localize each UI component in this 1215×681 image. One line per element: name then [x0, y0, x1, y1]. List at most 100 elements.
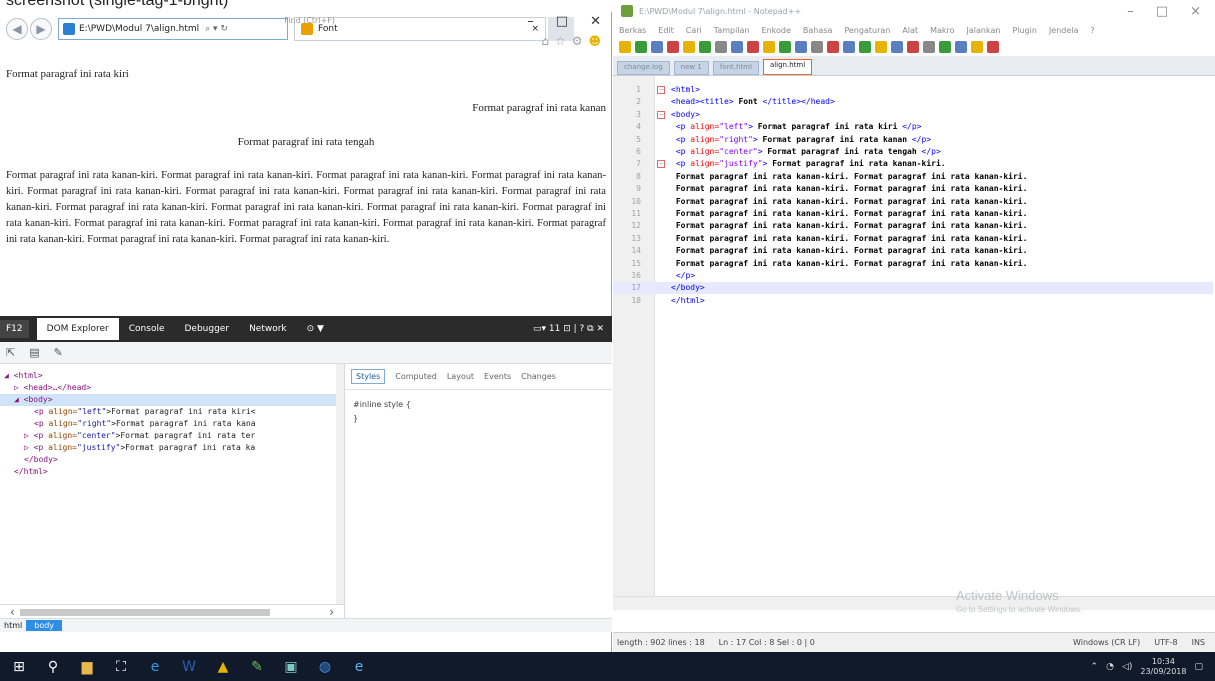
toolbar-icon[interactable]	[955, 41, 967, 53]
code-line[interactable]: 11 Format paragraf ini rata kanan-kiri. …	[613, 208, 1213, 220]
app-teal-icon[interactable]: ▣	[282, 658, 300, 676]
minimize-button[interactable]: –	[527, 14, 534, 29]
dom-node[interactable]: ▷ <p align="center">Format paragraf ini …	[0, 430, 344, 442]
tray-chevron-icon[interactable]: ⌃	[1091, 662, 1099, 672]
menu-item[interactable]: Cari	[686, 26, 702, 35]
code-line[interactable]: 4 <p align="left"> Format paragraf ini r…	[613, 121, 1213, 133]
app-blue-icon[interactable]: ◍	[316, 658, 334, 676]
dom-node[interactable]: </body>	[0, 454, 344, 466]
dom-node[interactable]: ▷ <p align="justify">Format paragraf ini…	[0, 442, 344, 454]
tab-console[interactable]: Console	[119, 318, 175, 340]
menu-item[interactable]: Berkas	[619, 26, 646, 35]
back-button[interactable]: ◀	[6, 18, 28, 40]
dom-node[interactable]: <p align="left">Format paragraf ini rata…	[0, 406, 344, 418]
menu-item[interactable]: Edit	[658, 26, 674, 35]
code-line[interactable]: 7 <p align="justify"> Format paragraf in…	[613, 158, 1213, 170]
scroll-right-icon[interactable]: ›	[329, 605, 334, 619]
address-icons[interactable]: ⌕ ▾ ↻	[205, 24, 228, 34]
crumb-body[interactable]: body	[26, 620, 63, 631]
toolbar-icon[interactable]	[939, 41, 951, 53]
menu-item[interactable]: Jalankan	[967, 26, 1001, 35]
toolbar-icon[interactable]	[731, 41, 743, 53]
close-button[interactable]: ✕	[590, 14, 601, 29]
fold-icon[interactable]: −	[657, 160, 665, 169]
toolbar-icon[interactable]	[635, 41, 647, 53]
toolbar-icon[interactable]	[987, 41, 999, 53]
toolbar-icon[interactable]	[699, 41, 711, 53]
tab-styles[interactable]: Styles	[351, 369, 386, 384]
code-line[interactable]: 1 <html>	[613, 84, 1213, 96]
ie-active-icon[interactable]: e	[350, 658, 368, 676]
menu-item[interactable]: Enkode	[762, 26, 791, 35]
menu-item[interactable]: ?	[1090, 26, 1094, 35]
code-line[interactable]: 6 <p align="center"> Format paragraf ini…	[613, 146, 1213, 158]
select-element-icon[interactable]: ⇱	[6, 346, 15, 359]
search-icon[interactable]: ⚲	[44, 658, 62, 676]
notepad-tab[interactable]: new 1	[673, 61, 709, 75]
code-line[interactable]: 10 Format paragraf ini rata kanan-kiri. …	[613, 196, 1213, 208]
tab-events[interactable]: Events	[484, 372, 511, 381]
start-icon[interactable]: ⊞	[10, 658, 28, 676]
inline-style-rule[interactable]: #inline style {	[353, 398, 604, 412]
fold-icon[interactable]: −	[657, 86, 665, 94]
menu-item[interactable]: Makro	[930, 26, 954, 35]
notepad-tab[interactable]: align.html	[762, 59, 813, 75]
code-line[interactable]: 9 Format paragraf ini rata kanan-kiri. F…	[613, 183, 1213, 195]
home-icon[interactable]: ⌂	[541, 34, 549, 48]
dom-node[interactable]: ▷ <head>…</head>	[0, 382, 344, 394]
tab-debugger[interactable]: Debugger	[175, 318, 240, 340]
dom-node[interactable]: ◢ <body>	[0, 394, 344, 406]
favorites-icon[interactable]: ☆	[555, 34, 566, 48]
volume-icon[interactable]: ◁)	[1122, 662, 1132, 672]
toolbar-icon[interactable]	[891, 41, 903, 53]
fold-icon[interactable]: −	[657, 110, 665, 119]
clock[interactable]: 10:34 23/09/2018	[1140, 657, 1186, 677]
toolbar-icon[interactable]	[619, 41, 631, 53]
code-line[interactable]: 3 <body>	[613, 109, 1213, 121]
dom-hscrollbar[interactable]: ‹ ›	[0, 604, 344, 619]
code-line[interactable]: 2 <head><title> Font </title></head>	[613, 96, 1213, 108]
maximize-button[interactable]: □	[556, 14, 568, 29]
tab-computed[interactable]: Computed	[395, 372, 437, 381]
toolbar-icon[interactable]	[763, 41, 775, 53]
code-line[interactable]: 13 Format paragraf ini rata kanan-kiri. …	[613, 233, 1213, 245]
toolbar-icon[interactable]	[779, 41, 791, 53]
forward-button[interactable]: ▶	[30, 18, 52, 40]
feedback-icon[interactable]: ☻	[588, 34, 601, 48]
menu-item[interactable]: Alat	[902, 26, 918, 35]
toolbar-icon[interactable]	[747, 41, 759, 53]
settings-icon[interactable]: ⚙	[572, 34, 583, 48]
word-icon[interactable]: W	[180, 658, 198, 676]
tab-network[interactable]: Network	[239, 318, 297, 340]
code-line[interactable]: 17 </body>	[613, 282, 1213, 295]
devtools-controls[interactable]: ▭▾ 11 ⊡ | ? ⧉ ✕	[533, 324, 612, 334]
toolbar-icon[interactable]	[859, 41, 871, 53]
toolbar-icon[interactable]	[651, 41, 663, 53]
editor-hscrollbar[interactable]	[613, 596, 1215, 610]
scroll-left-icon[interactable]: ‹	[10, 605, 15, 619]
toolbar-icon[interactable]	[715, 41, 727, 53]
dom-node[interactable]: ◢ <html>	[0, 370, 344, 382]
np-close-button[interactable]: ×	[1190, 4, 1201, 19]
code-editor[interactable]: 1 <html> −2 <head><title> Font </title></he…	[613, 76, 1215, 596]
crumb-html[interactable]: html	[4, 621, 22, 630]
dom-scrollbar[interactable]	[336, 364, 344, 604]
toolbar-icon[interactable]	[875, 41, 887, 53]
find-input[interactable]: Find (Ctrl+F)	[284, 16, 335, 25]
toolbar-icon[interactable]	[827, 41, 839, 53]
menu-item[interactable]: Bahasa	[803, 26, 832, 35]
notepad-tab[interactable]: font.html	[712, 61, 759, 75]
code-line[interactable]: 12 Format paragraf ini rata kanan-kiri. …	[613, 220, 1213, 232]
menu-item[interactable]: Plugin	[1012, 26, 1037, 35]
ie-taskbar-icon[interactable]: e	[146, 658, 164, 676]
app-yellow-icon[interactable]: ▲	[214, 658, 232, 676]
toolbar-icon[interactable]	[923, 41, 935, 53]
address-bar[interactable]: E:\PWD\Modul 7\align.html ⌕ ▾ ↻	[58, 18, 288, 40]
edit-icon[interactable]: ✎	[54, 346, 63, 359]
toolbar-icon[interactable]	[811, 41, 823, 53]
code-line[interactable]: 16 </p>	[613, 270, 1213, 282]
notepad-taskbar-icon[interactable]: ✎	[248, 658, 266, 676]
menu-item[interactable]: Pengaturan	[844, 26, 890, 35]
network-icon[interactable]: ◔	[1106, 662, 1114, 672]
notifications-icon[interactable]: ▢	[1194, 662, 1203, 672]
